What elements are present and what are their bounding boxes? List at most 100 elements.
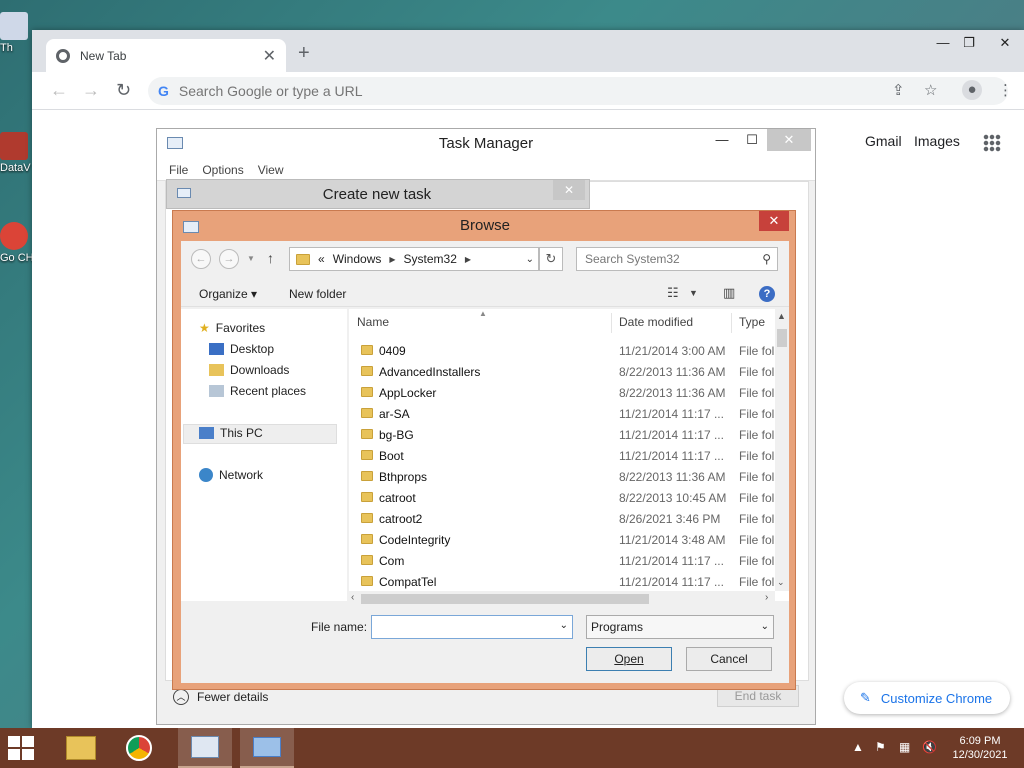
nav-recent-places[interactable]: Recent places — [209, 384, 306, 398]
nav-desktop[interactable]: Desktop — [209, 342, 274, 356]
taskbar-file-explorer[interactable] — [54, 728, 108, 768]
action-center-flag-icon[interactable]: ⚑ — [875, 740, 886, 754]
file-row[interactable]: Boot 11/21/2014 11:17 ... File fol — [349, 446, 774, 467]
column-header-date[interactable]: Date modified — [619, 315, 693, 329]
horizontal-scrollbar[interactable]: ‹ › — [349, 591, 775, 607]
tab-close-icon[interactable]: ✕ — [263, 46, 276, 66]
menu-view[interactable]: View — [258, 163, 284, 177]
forward-button[interactable]: → — [82, 80, 100, 101]
windows-start-icon[interactable] — [8, 736, 38, 762]
scroll-down-icon[interactable]: ⌄ — [777, 577, 785, 588]
up-arrow-icon[interactable]: ↑ — [267, 250, 274, 266]
taskbar-chrome[interactable] — [112, 728, 166, 768]
show-hidden-icons[interactable]: ▲ — [852, 740, 864, 754]
open-button[interactable]: Open — [586, 647, 672, 671]
system-clock[interactable]: 6:09 PM 12/30/2021 — [940, 734, 1020, 762]
vertical-scrollbar[interactable]: ▲ ⌄ — [775, 309, 789, 591]
file-row[interactable]: CompatTel 11/21/2014 11:17 ... File fol — [349, 572, 774, 593]
file-date: 8/26/2021 3:46 PM — [619, 512, 721, 526]
new-folder-button[interactable]: New folder — [289, 287, 346, 301]
volume-muted-icon[interactable]: 🔇 — [922, 740, 937, 754]
create-task-close-button[interactable]: ✕ — [553, 180, 585, 200]
file-row[interactable]: ar-SA 11/21/2014 11:17 ... File fol — [349, 404, 774, 425]
breadcrumb-chevron-icon[interactable]: ▶ — [389, 255, 395, 264]
file-type-select[interactable]: Programs ⌄ — [586, 615, 774, 639]
menu-kebab-icon[interactable]: ⋮ — [998, 81, 1013, 99]
nav-network[interactable]: Network — [199, 468, 263, 482]
reload-button[interactable]: ↻ — [116, 80, 131, 101]
close-window-button[interactable]: ✕ — [988, 32, 1022, 54]
breadcrumb-windows[interactable]: Windows — [333, 252, 382, 266]
file-row[interactable]: catroot2 8/26/2021 3:46 PM File fol — [349, 509, 774, 530]
omnibox[interactable]: G — [148, 77, 1008, 105]
preview-pane-icon[interactable]: ▥ — [723, 285, 735, 301]
file-row[interactable]: bg-BG 11/21/2014 11:17 ... File fol — [349, 425, 774, 446]
tm-maximize-button[interactable]: ☐ — [737, 129, 767, 151]
view-options-icon[interactable]: ☷ — [667, 285, 679, 301]
tab-new-tab[interactable]: New Tab ✕ — [46, 39, 286, 72]
new-tab-button[interactable]: + — [298, 42, 310, 65]
horizontal-scroll-thumb[interactable] — [361, 594, 649, 604]
taskbar-task-manager[interactable] — [178, 728, 232, 768]
scroll-up-icon[interactable]: ▲ — [777, 311, 786, 321]
desktop-icon-this-pc[interactable]: Th — [0, 12, 34, 54]
google-apps-icon[interactable] — [983, 134, 1001, 152]
menu-file[interactable]: File — [169, 163, 188, 177]
file-row[interactable]: Com 11/21/2014 11:17 ... File fol — [349, 551, 774, 572]
file-row[interactable]: CodeIntegrity 11/21/2014 3:48 AM File fol — [349, 530, 774, 551]
file-name-field[interactable]: ⌄ — [371, 615, 573, 639]
menu-options[interactable]: Options — [202, 163, 243, 177]
back-arrow-icon[interactable]: ← — [191, 249, 211, 269]
file-name-dropdown-icon[interactable]: ⌄ — [560, 620, 568, 631]
scroll-right-icon[interactable]: › — [765, 592, 768, 603]
file-row[interactable]: AdvancedInstallers 8/22/2013 11:36 AM File… — [349, 362, 774, 383]
address-bar[interactable]: « Windows ▶ System32 ▶ ⌄ — [289, 247, 539, 271]
recent-locations-dropdown-icon[interactable]: ▼ — [247, 254, 255, 263]
address-dropdown-icon[interactable]: ⌄ — [526, 254, 534, 265]
tm-menubar: File Options View — [157, 159, 815, 181]
organize-button[interactable]: Organize ▾ — [199, 287, 257, 301]
help-icon[interactable]: ? — [759, 286, 775, 302]
back-button[interactable]: ← — [50, 80, 68, 101]
column-header-name[interactable]: Name — [357, 315, 389, 329]
folder-icon — [361, 366, 373, 376]
cancel-button[interactable]: Cancel — [686, 647, 772, 671]
column-header-type[interactable]: Type — [739, 315, 765, 329]
desktop-icon-datav[interactable]: DataV — [0, 132, 34, 174]
breadcrumb-chevron-icon[interactable]: ▶ — [465, 255, 471, 264]
nav-this-pc[interactable]: This PC — [199, 426, 263, 440]
file-row[interactable]: catroot 8/22/2013 10:45 AM File fol — [349, 488, 774, 509]
omnibox-input[interactable] — [178, 83, 779, 99]
images-link[interactable]: Images — [914, 133, 960, 149]
tm-close-button[interactable]: ✕ — [767, 129, 811, 151]
nav-downloads[interactable]: Downloads — [209, 363, 289, 377]
column-divider[interactable] — [731, 313, 732, 333]
nav-favorites[interactable]: ★ Favorites — [199, 321, 265, 335]
tm-minimize-button[interactable]: — — [707, 129, 737, 151]
bookmark-star-icon[interactable]: ☆ — [924, 81, 937, 99]
file-row[interactable]: AppLocker 8/22/2013 11:36 AM File fol — [349, 383, 774, 404]
file-row[interactable]: 0409 11/21/2014 3:00 AM File fol — [349, 341, 774, 362]
breadcrumb-system32[interactable]: System32 — [404, 252, 457, 266]
folder-icon — [361, 576, 373, 586]
file-row[interactable]: Bthprops 8/22/2013 11:36 AM File fol — [349, 467, 774, 488]
forward-arrow-icon[interactable]: → — [219, 249, 239, 269]
gmail-link[interactable]: Gmail — [865, 133, 902, 149]
breadcrumb-overflow[interactable]: « — [318, 252, 325, 266]
refresh-icon[interactable]: ↻ — [539, 247, 563, 271]
scroll-left-icon[interactable]: ‹ — [351, 592, 354, 603]
search-box[interactable]: Search System32 ⚲ — [576, 247, 778, 271]
tab-title: New Tab — [80, 48, 127, 63]
maximize-button[interactable]: ❐ — [952, 32, 986, 54]
network-tray-icon[interactable]: ▦ — [899, 740, 910, 754]
vertical-scroll-thumb[interactable] — [777, 329, 787, 347]
taskbar-run-dialog[interactable] — [240, 728, 294, 768]
customize-chrome-button[interactable]: ✎ Customize Chrome — [844, 682, 1010, 714]
column-divider[interactable] — [611, 313, 612, 333]
browse-close-button[interactable]: ✕ — [759, 211, 789, 231]
view-dropdown-icon[interactable]: ▼ — [689, 288, 698, 298]
fewer-details-button[interactable]: ︿ Fewer details — [173, 689, 268, 705]
profile-avatar-icon[interactable]: ● — [962, 80, 982, 100]
desktop-icon-google-chrome[interactable]: Go CH — [0, 222, 34, 264]
share-icon[interactable]: ⇪ — [892, 81, 905, 99]
